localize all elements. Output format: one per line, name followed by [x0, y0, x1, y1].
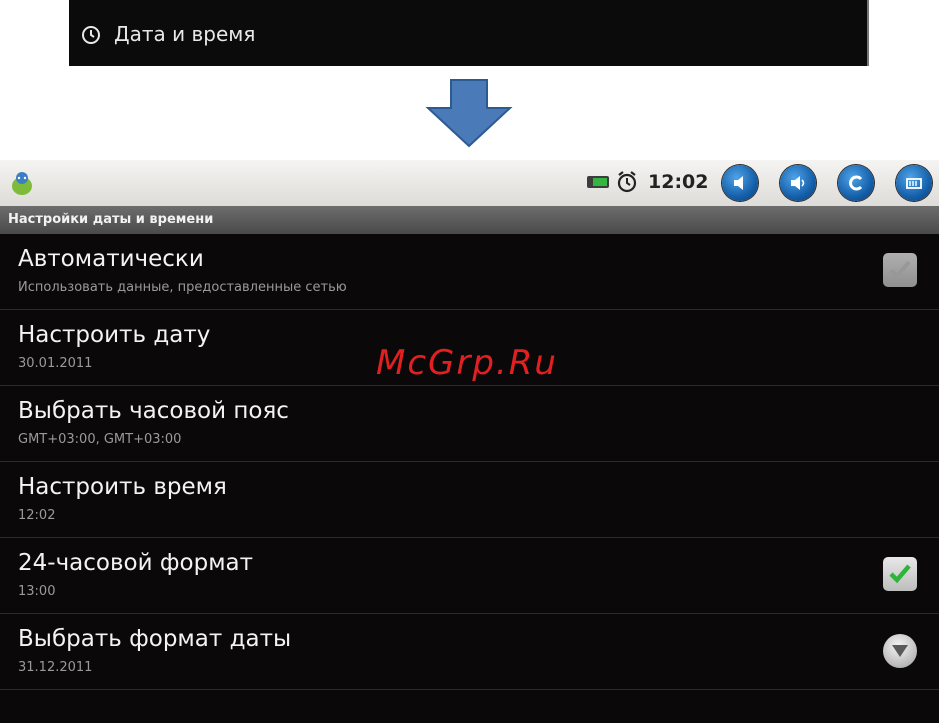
- volume-down-icon: [734, 176, 743, 190]
- android-settings-screen: 12:02 Настройки даты и времени Автоматич…: [0, 160, 939, 723]
- check-icon: [889, 564, 911, 584]
- menu-icon: [906, 178, 922, 189]
- back-button[interactable]: [838, 165, 874, 201]
- setting-24-hour-format[interactable]: 24-часовой формат 13:00: [0, 538, 939, 614]
- setting-automatic[interactable]: Автоматически Использовать данные, предо…: [0, 234, 939, 310]
- setting-title: Выбрать формат даты: [18, 626, 292, 652]
- setting-title: Выбрать часовой пояс: [18, 398, 289, 424]
- menu-button[interactable]: [896, 165, 932, 201]
- clock-icon: [82, 26, 100, 44]
- status-time: 12:02: [648, 171, 709, 193]
- 24-hour-checkbox[interactable]: [883, 557, 917, 591]
- down-arrow-icon: [425, 79, 513, 148]
- settings-list: Автоматически Использовать данные, предо…: [0, 234, 939, 690]
- setting-summary: 31.12.2011: [18, 660, 93, 675]
- status-bar: 12:02: [0, 160, 939, 206]
- setting-date-format[interactable]: Выбрать формат даты 31.12.2011: [0, 614, 939, 690]
- setting-title: Автоматически: [18, 246, 204, 272]
- volume-down-button[interactable]: [722, 165, 758, 201]
- setting-time-zone[interactable]: Выбрать часовой пояс GMT+03:00, GMT+03:0…: [0, 386, 939, 462]
- screen-title: Настройки даты и времени: [0, 206, 939, 234]
- setting-summary: 30.01.2011: [18, 356, 93, 371]
- top-menu-item-label: Дата и время: [114, 22, 256, 46]
- android-icon: [12, 172, 32, 195]
- watermark: McGrp.Ru: [376, 343, 558, 383]
- volume-up-button[interactable]: [780, 165, 816, 201]
- setting-title: Настроить время: [18, 474, 227, 500]
- check-icon: [889, 260, 911, 279]
- top-menu-item-date-time[interactable]: Дата и время: [69, 0, 869, 66]
- setting-summary: 12:02: [18, 508, 56, 523]
- alarm-clock-icon: [617, 171, 637, 193]
- chevron-down-icon: [892, 645, 908, 657]
- setting-summary: 13:00: [18, 584, 56, 599]
- automatic-checkbox[interactable]: [883, 253, 917, 287]
- back-icon: [849, 175, 863, 191]
- battery-icon: [587, 176, 609, 188]
- setting-summary: Использовать данные, предоставленные сет…: [18, 280, 347, 295]
- date-format-dropdown[interactable]: [883, 634, 917, 668]
- setting-title: 24-часовой формат: [18, 550, 254, 576]
- setting-set-time[interactable]: Настроить время 12:02: [0, 462, 939, 538]
- setting-title: Настроить дату: [18, 322, 211, 348]
- volume-up-icon: [791, 176, 805, 190]
- setting-summary: GMT+03:00, GMT+03:00: [18, 432, 182, 447]
